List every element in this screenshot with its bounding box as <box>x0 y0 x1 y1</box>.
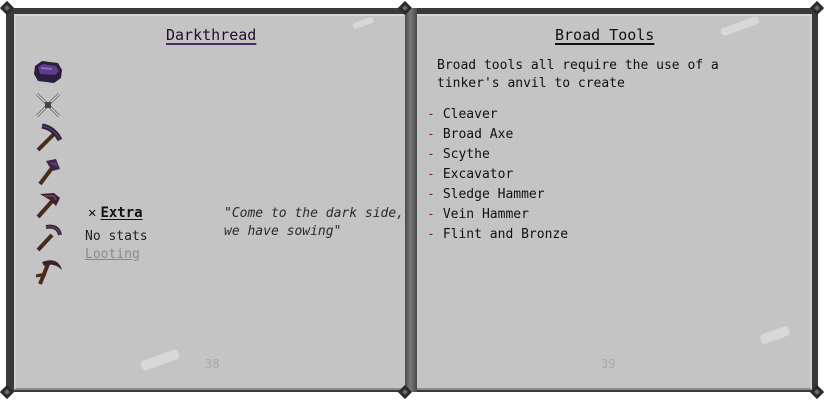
guide-book: Darkthread ✕ Extra No stats Looting "Come… <box>0 0 824 400</box>
list-item[interactable]: - Broad Axe <box>427 125 568 145</box>
book-spine <box>405 8 417 392</box>
scythe-icon[interactable] <box>32 254 64 286</box>
material-title: Darkthread <box>166 26 257 44</box>
bullet-dash: - <box>427 207 435 222</box>
modifier-name: Extra <box>100 205 143 221</box>
corner-ornament <box>0 1 14 15</box>
tool-name: Flint and Bronze <box>442 227 569 242</box>
modifier-stats: No stats <box>85 229 148 244</box>
section-intro: Broad tools all require the use of a tin… <box>437 58 719 91</box>
broad-tool-list: - Cleaver - Broad Axe - Scythe - Excavator -… <box>427 105 568 245</box>
tool-icon-column <box>32 56 66 287</box>
bullet-dash: - <box>427 147 435 162</box>
flavor-quote: "Come to the dark side, we have sowing" <box>224 205 404 241</box>
corner-ornament <box>0 385 14 399</box>
list-item[interactable]: - Cleaver <box>427 105 568 125</box>
kama-icon[interactable] <box>32 221 64 253</box>
pickaxe-icon[interactable] <box>32 122 64 154</box>
list-item[interactable]: - Flint and Bronze <box>427 225 568 245</box>
tool-name: Broad Axe <box>442 127 514 142</box>
tool-name: Sledge Hammer <box>442 187 545 202</box>
modifier-heading[interactable]: ✕ Extra <box>88 205 143 221</box>
bullet-dash: - <box>427 187 435 202</box>
bullet-dash: - <box>427 167 435 182</box>
corner-ornament <box>810 1 824 15</box>
crossed-swords-icon[interactable] <box>32 89 64 121</box>
darkthread-material-icon[interactable] <box>32 56 64 88</box>
list-item[interactable]: - Vein Hammer <box>427 205 568 225</box>
tool-name: Cleaver <box>442 107 498 122</box>
page-number-right: 39 <box>601 357 616 371</box>
hatchet-icon[interactable] <box>32 155 64 187</box>
corner-ornament <box>398 385 412 399</box>
flavor-quote-line: we have sowing" <box>224 224 342 239</box>
corner-ornament <box>810 385 824 399</box>
looting-link[interactable]: Looting <box>85 247 140 262</box>
bullet-dash: - <box>427 127 435 142</box>
mattock-icon[interactable] <box>32 188 64 220</box>
page-number-left: 38 <box>205 357 220 371</box>
list-item[interactable]: - Scythe <box>427 145 568 165</box>
list-item[interactable]: - Sledge Hammer <box>427 185 568 205</box>
section-title: Broad Tools <box>555 26 655 44</box>
tool-name: Scythe <box>442 147 490 162</box>
bullet-dash: - <box>427 107 435 122</box>
corner-ornament <box>398 1 412 15</box>
tool-name: Excavator <box>442 167 514 182</box>
list-item[interactable]: - Excavator <box>427 165 568 185</box>
bullet-dash: - <box>427 227 435 242</box>
left-page <box>14 14 412 390</box>
modifier-x-icon: ✕ <box>88 205 97 221</box>
tool-name: Vein Hammer <box>442 207 529 222</box>
flavor-quote-line: "Come to the dark side, <box>224 206 405 221</box>
